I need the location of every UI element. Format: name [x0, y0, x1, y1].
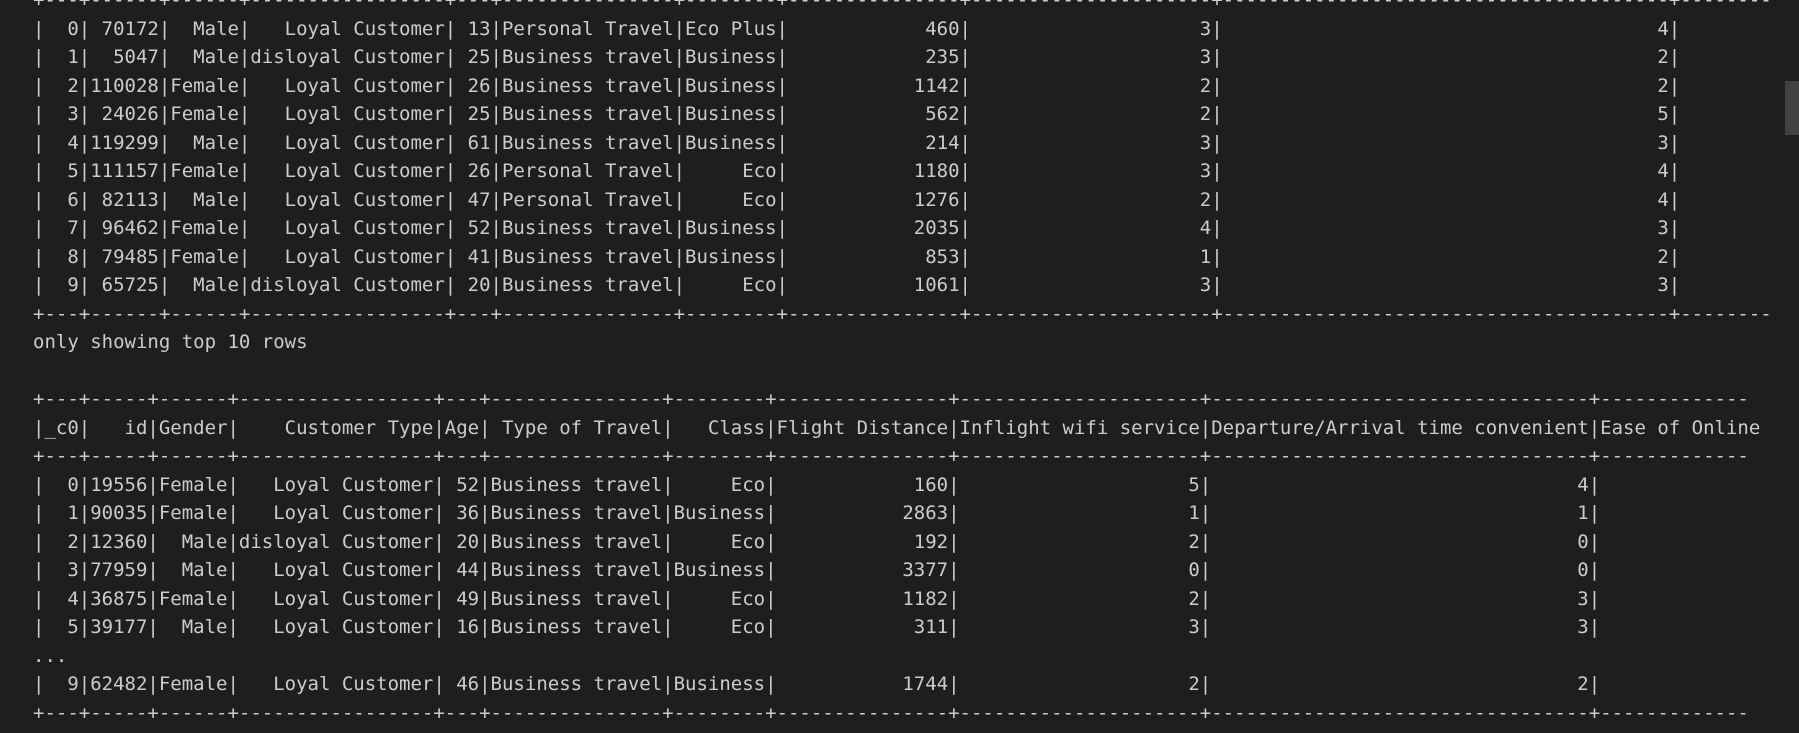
row-limit-notice: only showing top 10 rows: [33, 331, 308, 353]
table-row: | 1|90035|Female| Loyal Customer| 36|Bus…: [33, 502, 1601, 524]
table2-top-border: +---+-----+------+-----------------+---+…: [33, 388, 1749, 410]
table-row: | 2|110028|Female| Loyal Customer| 26|Bu…: [33, 74, 1681, 97]
table-row: | 0| 70172| Male| Loyal Customer| 13|Per…: [33, 17, 1681, 40]
table1-body: | 0| 70172| Male| Loyal Customer| 13|Per…: [33, 15, 1773, 300]
vertical-scrollbar[interactable]: [1785, 0, 1799, 733]
table-row: | 8| 79485|Female| Loyal Customer| 41|Bu…: [33, 245, 1681, 268]
table-row: | 6| 82113| Male| Loyal Customer| 47|Per…: [33, 188, 1681, 211]
table-row: | 4|119299| Male| Loyal Customer| 61|Bus…: [33, 131, 1681, 154]
table-row: | 2|12360| Male|disloyal Customer| 20|Bu…: [33, 530, 1601, 553]
table1-bottom-border: +---+------+------+-----------------+---…: [33, 302, 1773, 325]
table2-bottom-border: +---+-----+------+-----------------+---+…: [33, 701, 1749, 724]
scrollbar-thumb[interactable]: [1785, 81, 1799, 135]
table-row: | 0|19556|Female| Loyal Customer| 52|Bus…: [33, 473, 1601, 496]
table2-header-border: +---+-----+------+-----------------+---+…: [33, 445, 1749, 467]
output-ellipsis: ...: [33, 644, 68, 667]
table2-body: | 0|19556|Female| Loyal Customer| 52|Bus…: [33, 471, 1773, 699]
table1-top-border: +---+------+------+-----------------+---…: [33, 0, 1773, 11]
table-row: | 9|62482|Female| Loyal Customer| 46|Bus…: [33, 673, 1601, 695]
table-row: | 9| 65725| Male|disloyal Customer| 20|B…: [33, 274, 1681, 296]
table-row: | 5|39177| Male| Loyal Customer| 16|Busi…: [33, 616, 1601, 638]
table-row: | 3| 24026|Female| Loyal Customer| 25|Bu…: [33, 103, 1681, 125]
table2-header-row: |_c0| id|Gender| Customer Type|Age| Type…: [33, 416, 1761, 439]
table-row: | 3|77959| Male| Loyal Customer| 44|Busi…: [33, 559, 1601, 581]
terminal-output: +---+------+------+-----------------+---…: [33, 0, 1773, 733]
table-row: | 5|111157|Female| Loyal Customer| 26|Pe…: [33, 160, 1681, 182]
table-row: | 4|36875|Female| Loyal Customer| 49|Bus…: [33, 587, 1601, 610]
table-row: | 1| 5047| Male|disloyal Customer| 25|Bu…: [33, 46, 1681, 68]
table-row: | 7| 96462|Female| Loyal Customer| 52|Bu…: [33, 217, 1681, 239]
